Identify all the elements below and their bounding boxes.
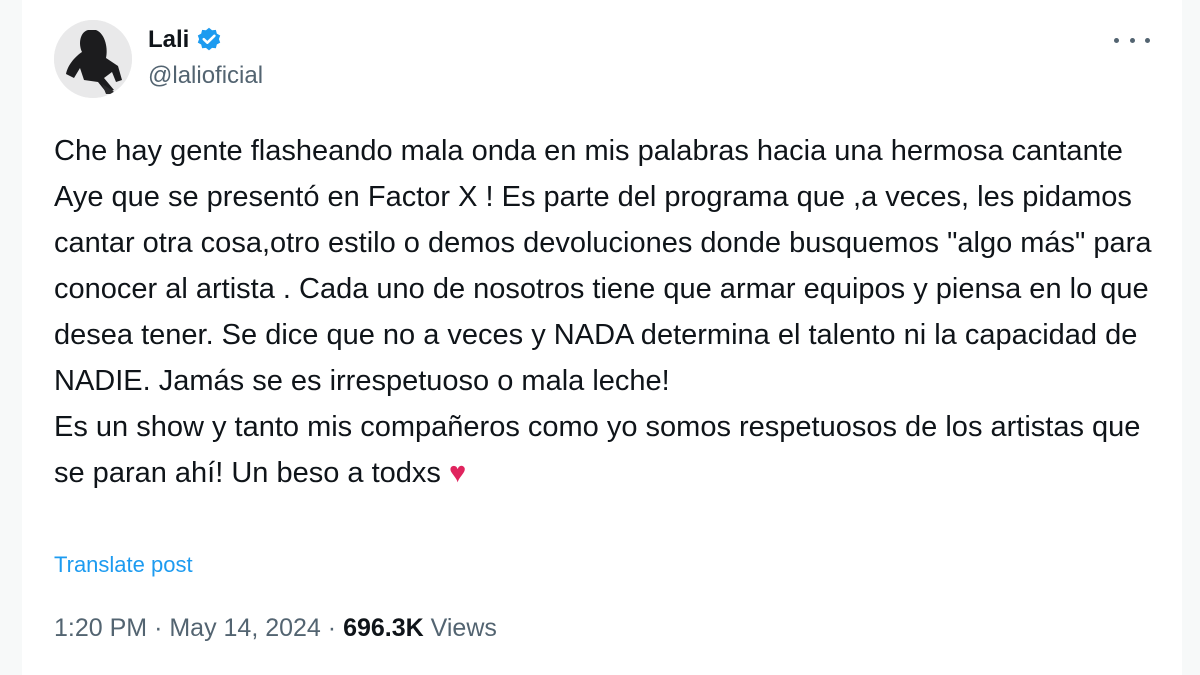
heart-emoji-icon: ♥ (448, 457, 467, 489)
display-name[interactable]: Lali (148, 26, 189, 54)
verified-badge-icon (195, 26, 223, 54)
avatar[interactable] (54, 20, 132, 98)
meta-separator-2: · (327, 614, 337, 642)
name-block: Lali @lalioficial (148, 24, 263, 90)
post-paragraph-1: Che hay gente flasheando mala onda en mi… (54, 135, 1152, 397)
post-paragraph-2: Es un show y tanto mis compañeros como y… (54, 404, 1164, 496)
handle[interactable]: @lalioficial (148, 62, 263, 90)
post-card: Lali @lalioficial Che hay gente flashean… (22, 0, 1182, 675)
post-text: Che hay gente flasheando mala onda en mi… (54, 128, 1164, 496)
meta-separator: · (154, 614, 163, 642)
views-label: Views (430, 614, 497, 642)
post-date[interactable]: May 14, 2024 (169, 614, 321, 642)
translate-post-link[interactable]: Translate post (54, 552, 193, 578)
post-meta: 1:20 PM · May 14, 2024 · 696.3K Views (54, 614, 497, 643)
post-paragraph-2-text: Es un show y tanto mis compañeros como y… (54, 411, 1141, 489)
post-time[interactable]: 1:20 PM (54, 614, 147, 642)
views-count: 696.3K (343, 614, 424, 642)
post-header: Lali @lalioficial (54, 20, 1160, 100)
more-options-icon[interactable] (1114, 28, 1150, 52)
